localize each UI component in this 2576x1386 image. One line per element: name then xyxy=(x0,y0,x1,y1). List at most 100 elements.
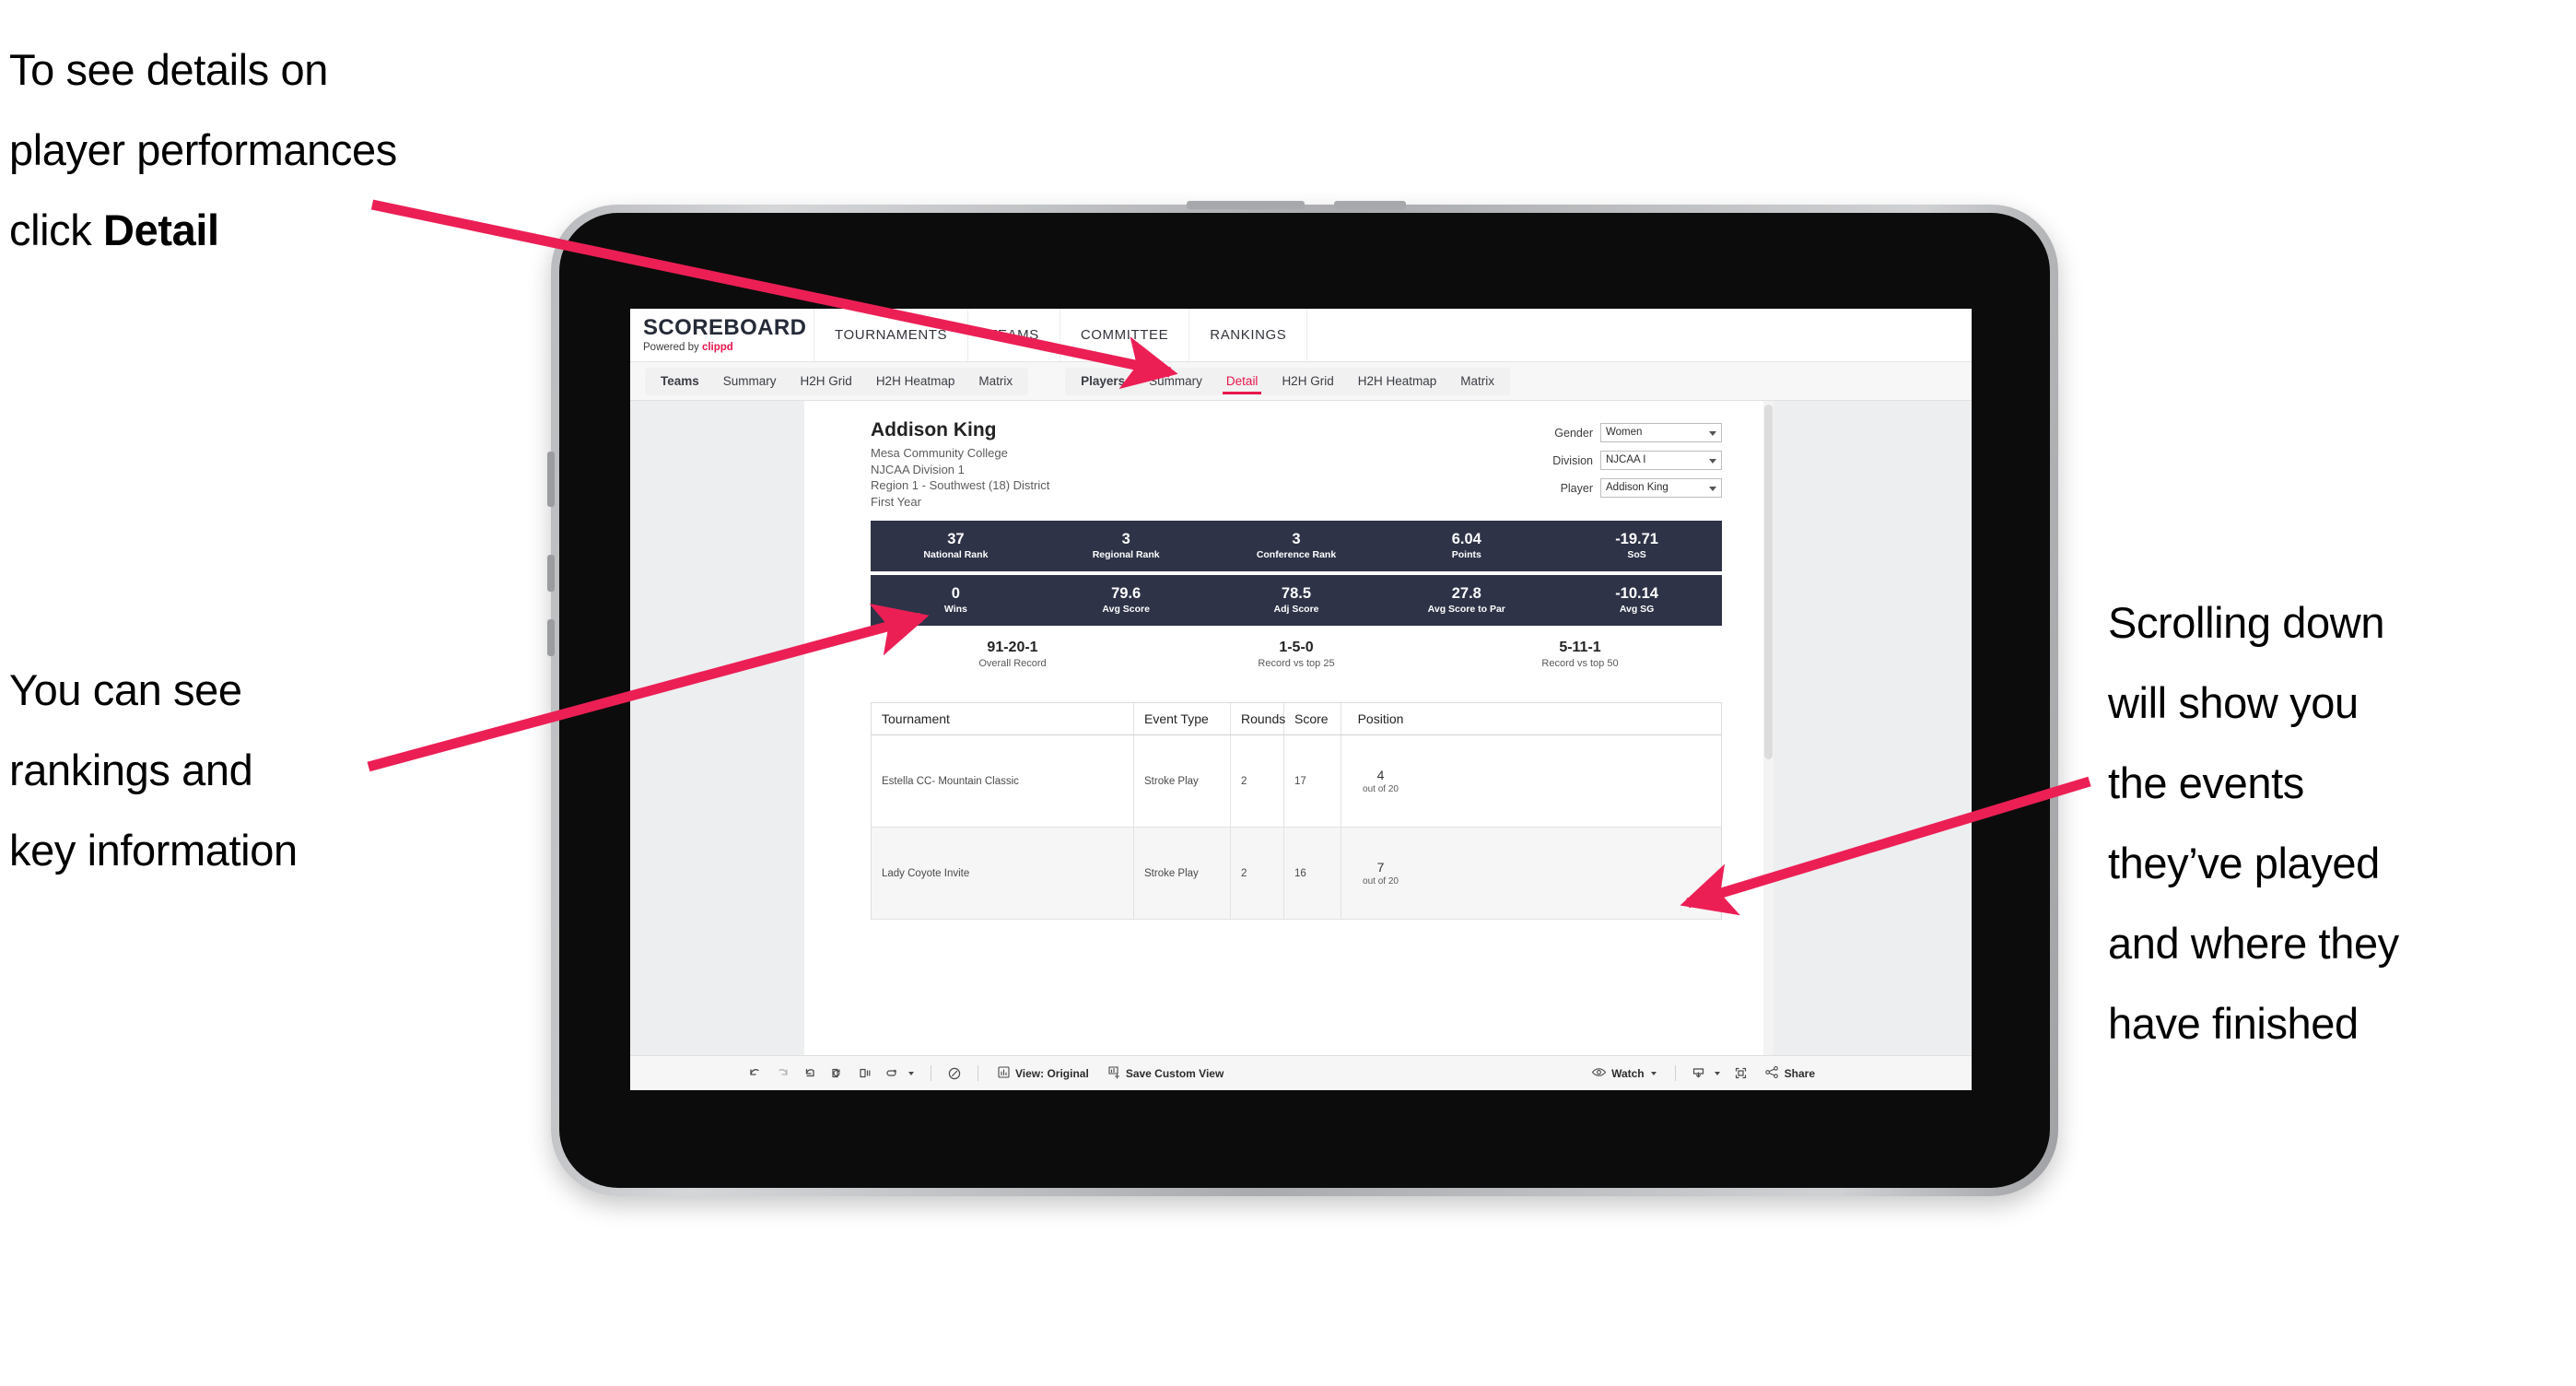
stat-conference-rank-label: Conference Rank xyxy=(1256,549,1337,560)
nav-item-teams[interactable]: TEAMS xyxy=(968,309,1060,361)
viz-card: Addison King Mesa Community College NJCA… xyxy=(804,401,1774,1055)
share-button[interactable]: Share xyxy=(1755,1065,1824,1082)
annotation-left-line1: You can see xyxy=(9,665,242,714)
stat-adj-score-value: 78.5 xyxy=(1281,585,1312,602)
annotation-left: You can see rankings and key information xyxy=(9,650,442,890)
device-volume-down-button xyxy=(547,619,555,656)
filter-row-player: Player Addison King xyxy=(1552,478,1722,498)
tab-group-players: Players Summary Detail H2H Grid H2H Heat… xyxy=(1065,367,1510,395)
refresh-data-icon[interactable] xyxy=(824,1062,851,1086)
player-header: Addison King Mesa Community College NJCA… xyxy=(804,419,1774,510)
stat-avg-sg-label: Avg SG xyxy=(1619,604,1655,615)
logo-subtitle: Powered by clippd xyxy=(643,342,814,353)
watch-button[interactable]: Watch xyxy=(1582,1065,1666,1082)
stat-avg-score-to-par-label: Avg Score to Par xyxy=(1427,604,1505,615)
filter-select-division[interactable]: NJCAA I xyxy=(1600,451,1722,470)
view-original-button[interactable]: View: Original xyxy=(988,1065,1098,1082)
table-row[interactable]: Estella CC- Mountain Classic Stroke Play… xyxy=(872,735,1721,828)
cell-position-outof: out of 20 xyxy=(1363,875,1399,887)
redo-icon[interactable] xyxy=(768,1062,796,1086)
tab-players-h2h-heatmap[interactable]: H2H Heatmap xyxy=(1346,368,1449,395)
tab-teams-h2h-grid[interactable]: H2H Grid xyxy=(789,368,864,395)
revert-icon[interactable] xyxy=(796,1062,824,1086)
stat-bar-rankings: 37 National Rank 3 Regional Rank 3 Confe… xyxy=(871,521,1722,571)
record-vs-top-50: 5-11-1 Record vs top 50 xyxy=(1438,639,1722,671)
nav-item-rankings[interactable]: RANKINGS xyxy=(1189,309,1308,361)
tab-teams-summary[interactable]: Summary xyxy=(711,368,789,395)
annotation-top-left-line1: To see details on xyxy=(9,45,328,94)
app-logo[interactable]: SCOREBOARD Powered by clippd xyxy=(630,309,814,361)
highlight-dropdown-caret-icon[interactable] xyxy=(908,1071,914,1075)
filter-select-player[interactable]: Addison King xyxy=(1600,478,1722,498)
download-icon[interactable] xyxy=(1685,1062,1713,1086)
record-overall: 91-20-1 Overall Record xyxy=(871,639,1154,671)
record-vs-top-25: 1-5-0 Record vs top 25 xyxy=(1154,639,1438,671)
viz-toolbar: View: Original Save Custom View Watch Sh… xyxy=(630,1055,1972,1090)
cell-event-type: Stroke Play xyxy=(1134,828,1231,919)
cell-position-number: 4 xyxy=(1376,767,1385,782)
record-vs-top-25-value: 1-5-0 xyxy=(1279,640,1314,655)
annotation-left-line3: key information xyxy=(9,826,298,875)
filter-select-gender[interactable]: Women xyxy=(1600,423,1722,442)
cell-position: 7 out of 20 xyxy=(1341,828,1420,919)
sub-nav: Teams Summary H2H Grid H2H Heatmap Matri… xyxy=(630,362,1972,401)
device-button-top-2 xyxy=(1334,201,1406,209)
viz-scrollbar-thumb[interactable] xyxy=(1764,405,1773,759)
filter-label-gender: Gender xyxy=(1554,426,1593,440)
chevron-down-icon xyxy=(1709,431,1716,436)
table-row[interactable]: Lady Coyote Invite Stroke Play 2 16 7 ou… xyxy=(872,828,1721,920)
annotation-right-line1: Scrolling down xyxy=(2108,598,2385,647)
chevron-down-icon xyxy=(1709,459,1716,464)
tab-group-teams: Teams Summary H2H Grid H2H Heatmap Matri… xyxy=(645,367,1029,395)
tab-group-players-label: Players xyxy=(1081,373,1126,388)
viz-card-inner: Addison King Mesa Community College NJCA… xyxy=(804,401,1774,1055)
nav-item-committee[interactable]: COMMITTEE xyxy=(1060,309,1190,361)
annotation-top-left-line3: click Detail xyxy=(9,190,617,270)
stat-points-label: Points xyxy=(1451,549,1481,560)
save-custom-view-button[interactable]: Save Custom View xyxy=(1098,1065,1234,1082)
cell-rounds: 2 xyxy=(1231,735,1284,827)
watch-label: Watch xyxy=(1611,1066,1645,1080)
tab-group-teams-label: Teams xyxy=(661,373,699,388)
highlight-icon[interactable] xyxy=(879,1062,907,1086)
table-header-tournament: Tournament xyxy=(872,703,1134,734)
tab-players-matrix[interactable]: Matrix xyxy=(1448,368,1506,395)
annotation-left-line2: rankings and xyxy=(9,746,253,794)
cell-event-type: Stroke Play xyxy=(1134,735,1231,827)
stat-avg-score: 79.6 Avg Score xyxy=(1041,585,1212,616)
stat-national-rank: 37 National Rank xyxy=(871,531,1041,561)
stat-national-rank-value: 37 xyxy=(947,531,965,547)
app-header: SCOREBOARD Powered by clippd TOURNAMENTS… xyxy=(630,309,1972,362)
tab-players-detail[interactable]: Detail xyxy=(1214,368,1270,395)
logo-sub-prefix: Powered by xyxy=(643,342,702,353)
record-vs-top-25-label: Record vs top 25 xyxy=(1258,658,1335,669)
filter-value-division: NJCAA I xyxy=(1606,454,1646,465)
nav-item-tournaments[interactable]: TOURNAMENTS xyxy=(814,309,969,361)
annotation-right-line2: will show you xyxy=(2108,678,2359,727)
fullscreen-icon[interactable] xyxy=(1727,1062,1755,1086)
share-label: Share xyxy=(1784,1066,1815,1080)
viz-scrollbar-track[interactable] xyxy=(1763,401,1774,1055)
cell-tournament: Estella CC- Mountain Classic xyxy=(872,735,1134,827)
stat-wins: 0 Wins xyxy=(871,585,1041,616)
tab-teams-matrix[interactable]: Matrix xyxy=(966,368,1025,395)
download-dropdown-caret-icon[interactable] xyxy=(1714,1071,1720,1075)
player-info: Addison King Mesa Community College NJCA… xyxy=(871,419,1049,510)
watch-dropdown-caret-icon xyxy=(1650,1071,1657,1075)
stat-regional-rank-value: 3 xyxy=(1121,531,1130,547)
device-button-left-1 xyxy=(547,452,555,507)
view-original-icon xyxy=(997,1065,1011,1082)
logo-brand-clippd: clippd xyxy=(701,342,733,353)
cell-position: 4 out of 20 xyxy=(1341,735,1420,827)
tab-teams-h2h-heatmap[interactable]: H2H Heatmap xyxy=(864,368,967,395)
filter-label-division: Division xyxy=(1552,453,1593,467)
stat-bar-scoring: 0 Wins 79.6 Avg Score 78.5 Adj Score 27.… xyxy=(871,575,1722,626)
filter-panel: Gender Women Division NJCAA I Player Add… xyxy=(1552,419,1722,510)
tab-players-h2h-grid[interactable]: H2H Grid xyxy=(1270,368,1345,395)
stat-avg-sg-value: -10.14 xyxy=(1615,585,1658,602)
presentation-mode-icon[interactable] xyxy=(941,1062,968,1086)
undo-icon[interactable] xyxy=(741,1062,768,1086)
player-school: Mesa Community College xyxy=(871,446,1008,460)
tab-players-summary[interactable]: Summary xyxy=(1137,368,1214,395)
pause-auto-update-icon[interactable] xyxy=(851,1062,879,1086)
